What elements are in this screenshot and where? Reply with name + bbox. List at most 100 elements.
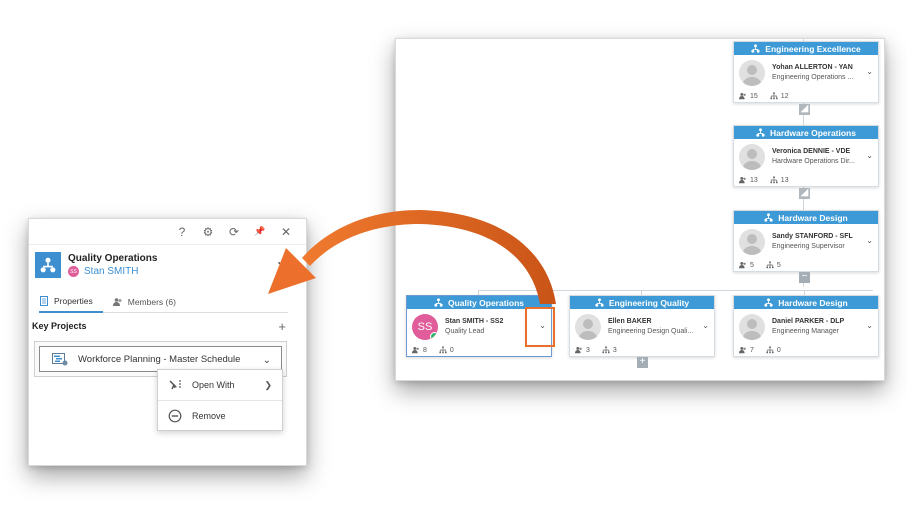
avatar xyxy=(739,143,765,170)
card-header: Hardware Operations xyxy=(734,126,878,139)
members-count: 7 xyxy=(739,346,754,354)
avatar xyxy=(739,228,765,255)
project-name: Workforce Planning - Master Schedule xyxy=(78,353,241,365)
people-icon xyxy=(112,298,122,306)
owner-link[interactable]: Stan SMITH xyxy=(84,266,138,277)
hierarchy-icon xyxy=(770,176,778,184)
children-count: 0 xyxy=(766,346,781,354)
card-header-label: Engineering Excellence xyxy=(765,43,861,54)
avatar xyxy=(739,59,765,86)
tab-label: Members (6) xyxy=(127,297,176,307)
chevron-down-icon[interactable]: ⌄ xyxy=(866,151,873,160)
menu-item-open-with[interactable]: Open With ❯ xyxy=(158,370,282,400)
expand-toggle[interactable]: ◢ xyxy=(799,104,810,115)
people-icon xyxy=(575,346,582,354)
org-card-hardware-operations[interactable]: Hardware Operations Veronica DENNIE - VD… xyxy=(733,125,879,187)
org-card-hardware-design-bottom[interactable]: Hardware Design Daniel PARKER - DLP Engi… xyxy=(733,295,879,357)
members-count: 3 xyxy=(575,346,590,354)
card-person-name: Daniel PARKER - DLP xyxy=(772,317,845,325)
expand-toggle[interactable]: ◢ xyxy=(799,188,810,199)
card-header-label: Hardware Operations xyxy=(770,127,856,138)
members-count: 13 xyxy=(739,176,758,184)
online-status-icon xyxy=(430,331,438,340)
section-heading: Key Projects xyxy=(32,321,87,331)
card-person-name: Yohan ALLERTON - YAN xyxy=(772,63,853,71)
people-icon xyxy=(739,92,746,100)
avatar xyxy=(575,313,601,340)
chevron-down-icon[interactable]: ⌄ xyxy=(866,321,873,330)
card-person-title: Quality Lead xyxy=(445,327,485,335)
members-count: 5 xyxy=(739,261,754,269)
children-count: 5 xyxy=(766,261,781,269)
schedule-icon xyxy=(52,353,68,366)
panel-header: Quality Operations SS Stan SMITH ✕ xyxy=(29,245,306,285)
card-header-label: Hardware Design xyxy=(778,212,848,223)
chevron-down-icon[interactable]: ⌄ xyxy=(866,67,873,76)
menu-item-label: Remove xyxy=(192,410,226,421)
children-count: 12 xyxy=(770,92,789,100)
refresh-icon[interactable]: ⟳ xyxy=(228,225,240,239)
chevron-down-icon[interactable]: ⌄ xyxy=(702,321,709,330)
remove-icon xyxy=(168,409,182,423)
children-count: 3 xyxy=(602,346,617,354)
members-count: 8 xyxy=(412,346,427,354)
card-person-name: Ellen BAKER xyxy=(608,317,652,325)
card-header: Engineering Quality xyxy=(570,296,714,309)
hierarchy-icon xyxy=(766,346,774,354)
card-person-name: Veronica DENNIE - VDE xyxy=(772,147,851,155)
org-unit-icon xyxy=(756,128,765,137)
expand-toggle[interactable]: + xyxy=(637,357,648,368)
avatar: SS xyxy=(68,266,79,277)
tab-label: Properties xyxy=(54,296,93,306)
card-header-label: Hardware Design xyxy=(778,297,848,308)
people-icon xyxy=(739,346,746,354)
card-person-title: Hardware Operations Dir... xyxy=(772,157,855,165)
card-header: Hardware Design xyxy=(734,211,878,224)
chevron-down-icon[interactable]: ⌄ xyxy=(866,236,873,245)
org-unit-icon xyxy=(764,213,773,222)
close-icon[interactable]: ✕ xyxy=(276,258,288,275)
panel-toolbar: ? ⚙ ⟳ 📌 ✕ xyxy=(29,219,306,245)
card-person-title: Engineering Design Quali... xyxy=(608,327,694,335)
hierarchy-icon xyxy=(770,92,778,100)
menu-item-remove[interactable]: Remove xyxy=(158,400,282,430)
connector-horizontal xyxy=(478,290,873,291)
hierarchy-icon xyxy=(439,346,447,354)
tab-properties[interactable]: Properties xyxy=(39,291,103,313)
org-unit-icon xyxy=(35,252,61,278)
open-with-icon xyxy=(168,378,182,392)
context-menu: Open With ❯ Remove xyxy=(157,369,283,431)
help-icon[interactable]: ? xyxy=(176,225,188,239)
screenshot-stage: Engineering Excellence Yohan ALLERTON - … xyxy=(0,0,907,516)
org-unit-icon xyxy=(434,298,443,307)
people-icon xyxy=(412,346,419,354)
card-person-title: Engineering Supervisor xyxy=(772,242,845,250)
children-count: 13 xyxy=(770,176,789,184)
add-project-button[interactable]: + xyxy=(278,319,286,334)
avatar xyxy=(739,313,765,340)
tab-bar: Properties Members (6) xyxy=(39,291,288,313)
org-unit-icon xyxy=(764,298,773,307)
close-icon[interactable]: ✕ xyxy=(280,225,292,239)
card-header-label: Engineering Quality xyxy=(608,297,690,308)
page-title: Quality Operations xyxy=(68,253,158,264)
members-count: 15 xyxy=(739,92,758,100)
collapse-toggle[interactable]: − xyxy=(799,272,810,283)
pin-icon[interactable]: 📌 xyxy=(254,226,266,238)
card-header-label: Quality Operations xyxy=(447,297,525,308)
tab-members[interactable]: Members (6) xyxy=(107,291,186,313)
org-card-engineering-quality[interactable]: Engineering Quality Ellen BAKER Engineer… xyxy=(569,295,715,357)
card-person-title: Engineering Operations ... xyxy=(772,73,854,81)
org-unit-icon xyxy=(751,44,760,53)
callout-highlight xyxy=(525,307,555,347)
chevron-down-icon[interactable]: ⌄ xyxy=(263,355,271,366)
org-chart-panel: Engineering Excellence Yohan ALLERTON - … xyxy=(395,38,885,381)
document-icon xyxy=(40,296,48,306)
card-header: Hardware Design xyxy=(734,296,878,309)
org-card-hardware-design-top[interactable]: Hardware Design Sandy STANFORD - SFL Eng… xyxy=(733,210,879,272)
card-person-name: Stan SMITH - SS2 xyxy=(445,317,504,325)
menu-item-label: Open With xyxy=(192,380,235,390)
people-icon xyxy=(739,261,746,269)
org-card-engineering-excellence[interactable]: Engineering Excellence Yohan ALLERTON - … xyxy=(733,41,879,103)
gear-icon[interactable]: ⚙ xyxy=(202,225,214,239)
